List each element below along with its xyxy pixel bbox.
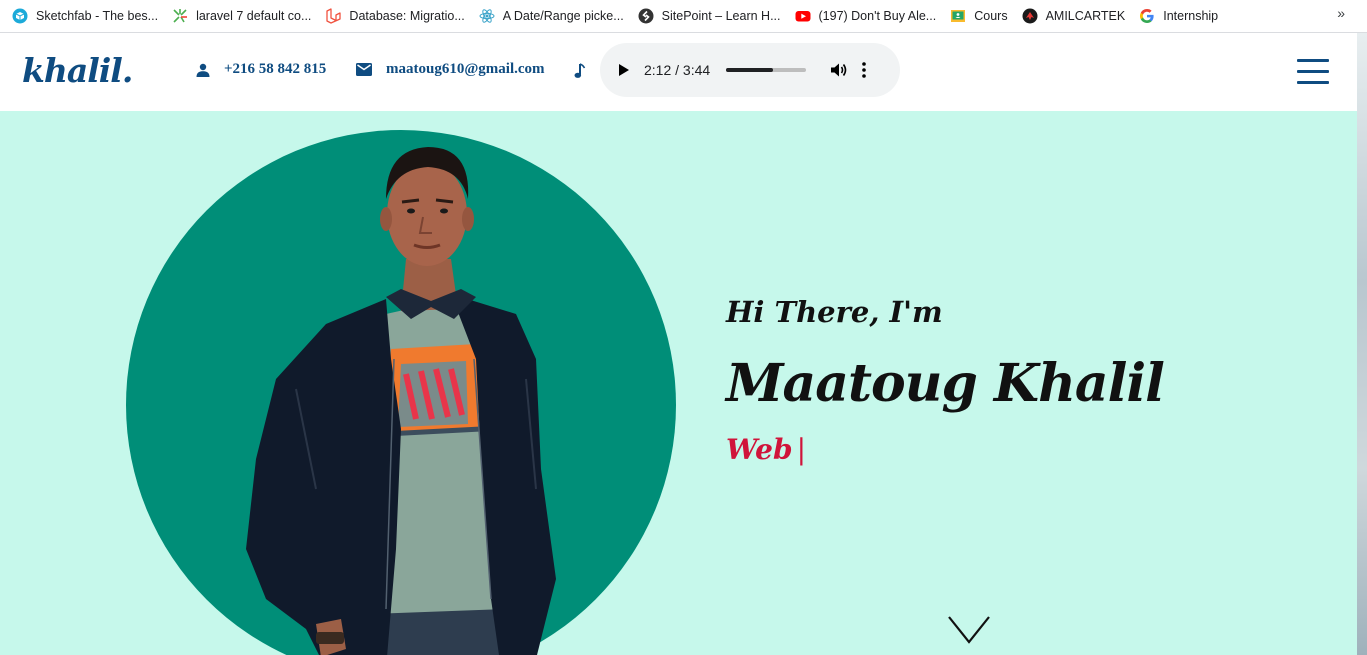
bookmark-sketchfab[interactable]: Sketchfab - The bes... <box>6 2 164 30</box>
bookmark-laravel-default[interactable]: laravel 7 default co... <box>166 2 317 30</box>
bookmark-label: AMILCARTEK <box>1045 9 1126 23</box>
bookmark-label: Sketchfab - The bes... <box>36 9 159 23</box>
bookmark-label: Database: Migratio... <box>349 9 465 23</box>
youtube-icon <box>795 8 811 24</box>
bookmark-label: Cours <box>974 9 1008 23</box>
sketchfab-icon <box>12 8 28 24</box>
volume-icon[interactable] <box>830 61 848 79</box>
email-address: maatoug610@gmail.com <box>386 61 545 77</box>
bookmark-label: laravel 7 default co... <box>196 9 312 23</box>
bookmark-amilcartek[interactable]: AMILCARTEK <box>1016 2 1132 30</box>
bookmark-date-range-picker[interactable]: A Date/Range picke... <box>473 2 630 30</box>
site-header: khalil. +216 58 842 815 maatoug610@gmail… <box>0 33 1357 111</box>
bookmark-label: SitePoint – Learn H... <box>661 9 781 23</box>
bookmark-internship[interactable]: Internship <box>1133 2 1224 30</box>
sitepoint-icon <box>638 8 654 24</box>
bookmark-sitepoint[interactable]: SitePoint – Learn H... <box>632 2 787 30</box>
react-icon <box>479 8 495 24</box>
laravel-icon <box>325 8 342 24</box>
bookmark-cours[interactable]: Cours <box>944 2 1013 30</box>
mail-icon <box>356 63 372 76</box>
more-bookmarks-button[interactable]: » <box>1337 5 1345 21</box>
classroom-icon <box>950 8 966 24</box>
phone-contact[interactable]: +216 58 842 815 <box>196 61 326 78</box>
bookmark-database-migrations[interactable]: Database: Migratio... <box>319 2 470 30</box>
hero-role-text: Web <box>726 433 793 466</box>
hamburger-menu-icon[interactable] <box>1297 59 1329 85</box>
more-options-icon[interactable] <box>862 62 866 78</box>
phone-number: +216 58 842 815 <box>224 61 327 77</box>
play-icon[interactable] <box>618 63 630 77</box>
email-contact[interactable]: maatoug610@gmail.com <box>356 61 545 78</box>
hero-section: Hi There, I'm Maatoug Khalil Web | <box>0 111 1357 655</box>
bookmark-label: A Date/Range picke... <box>502 9 624 23</box>
laravel-sparkle-icon <box>172 8 188 24</box>
bookmark-youtube-video[interactable]: (197) Don't Buy Ale... <box>789 2 943 30</box>
bookmark-label: (197) Don't Buy Ale... <box>818 9 937 23</box>
audio-player: 2:12 / 3:44 <box>600 43 900 97</box>
music-note-icon <box>574 63 586 78</box>
audio-progress-fill <box>726 68 774 72</box>
hero-typed-role: Web | <box>726 433 806 466</box>
hero-name: Maatoug Khalil <box>726 353 1165 414</box>
site-logo[interactable]: khalil. <box>22 51 133 90</box>
bookmark-label: Internship <box>1163 9 1219 23</box>
google-icon <box>1139 8 1155 24</box>
typing-cursor: | <box>796 433 806 466</box>
portrait-photo <box>246 147 556 655</box>
scroll-down-chevron-icon[interactable] <box>948 616 990 644</box>
amilcartek-icon <box>1022 8 1038 24</box>
hero-greeting: Hi There, I'm <box>726 295 943 329</box>
bookmarks-bar: Sketchfab - The bes... laravel 7 default… <box>0 0 1367 33</box>
background-window-edge <box>1357 33 1367 655</box>
person-icon <box>196 63 210 77</box>
audio-progress-bar[interactable] <box>726 68 807 72</box>
audio-time: 2:12 / 3:44 <box>644 62 711 78</box>
